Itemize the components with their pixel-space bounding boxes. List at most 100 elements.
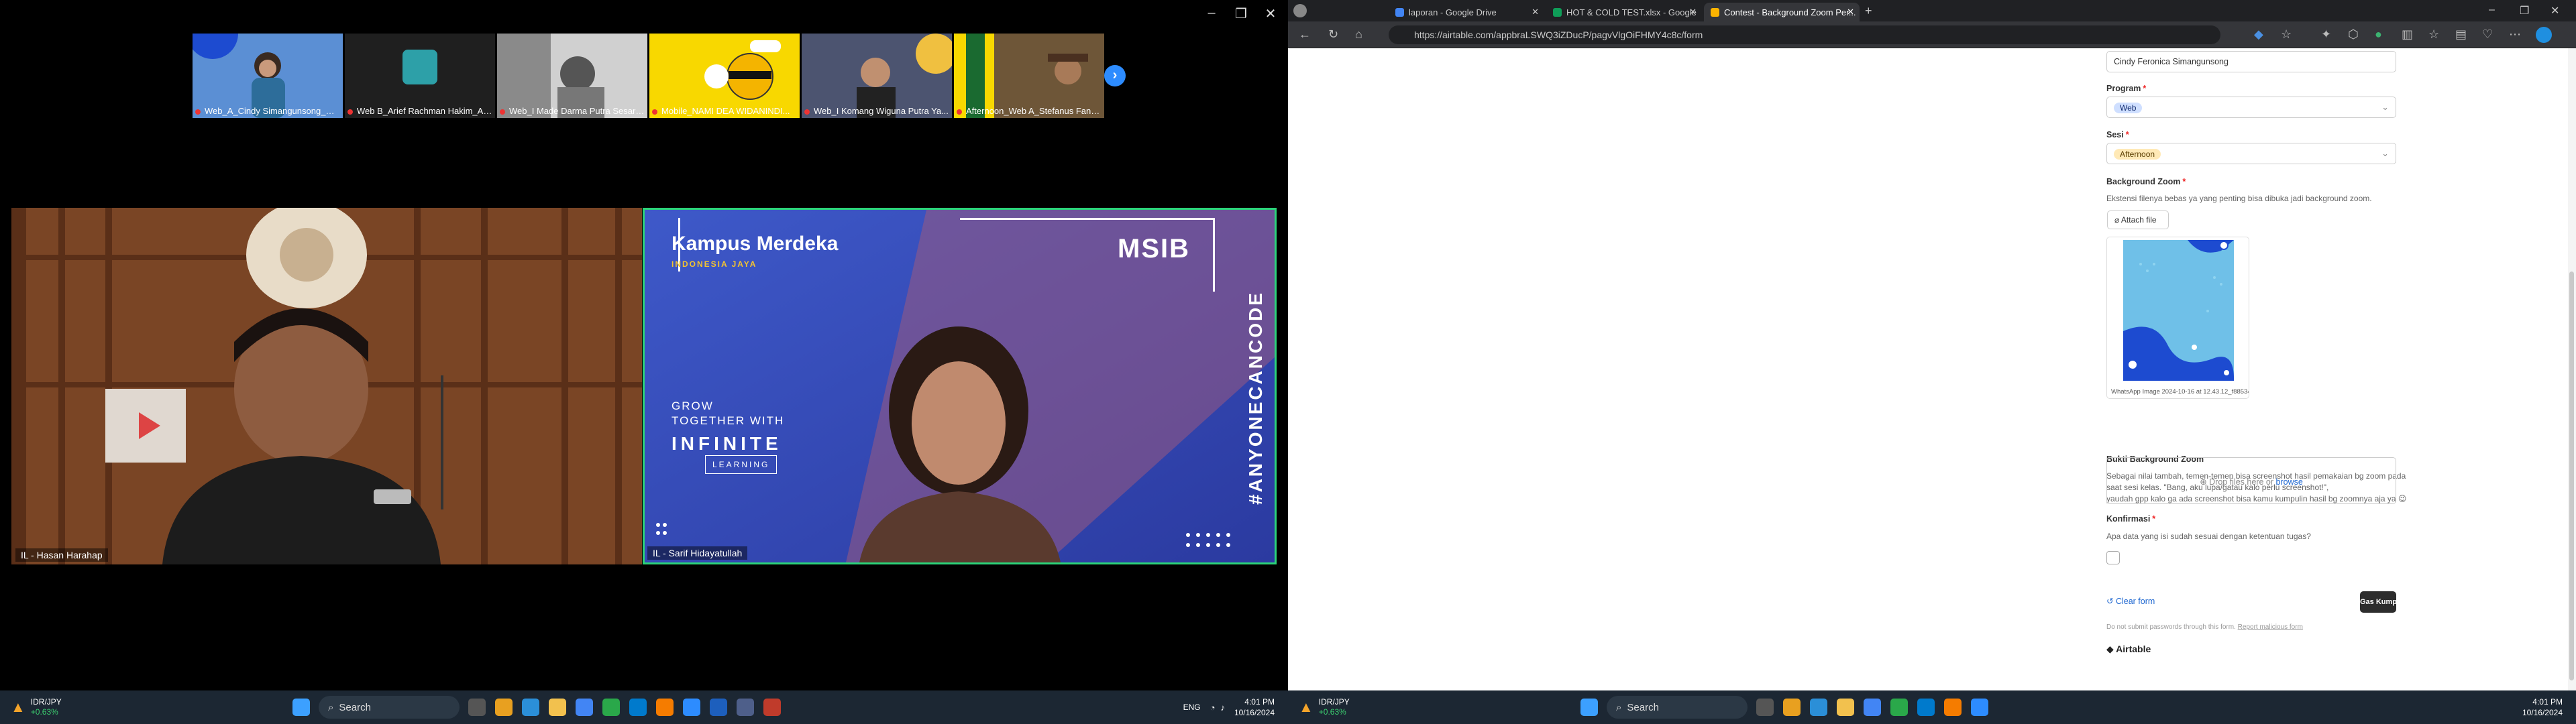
collections-icon[interactable]: ▤ [2455, 27, 2467, 42]
app-icon[interactable] [710, 699, 727, 716]
program-label: Program * [2106, 84, 2147, 93]
sesi-select[interactable]: Afternoon ⌄ [2106, 143, 2396, 164]
speaker-name: IL - Hasan Harahap [15, 548, 108, 562]
file-explorer-icon[interactable] [549, 699, 566, 716]
stock-icon: ▲ [1299, 699, 1313, 715]
participant-name: Web_I Komang Wiguna Putra Ya... [804, 106, 949, 116]
split-view-icon[interactable]: ▥ [2402, 27, 2413, 42]
clock[interactable]: 4:01 PM 10/16/2024 [1234, 697, 1275, 718]
speaker-video [11, 208, 642, 564]
extensions-icon[interactable]: ✦ [2321, 27, 2331, 42]
app-icon[interactable] [737, 699, 754, 716]
msib-logo: MSIB [1118, 234, 1190, 263]
app-icon[interactable] [1944, 699, 1962, 716]
attachment-preview[interactable]: WhatsApp Image 2024-10-16 at 12.43.12_f8… [2106, 237, 2249, 399]
participant-tile[interactable]: Web_A_Cindy Simangunsong_Aft... [193, 34, 343, 118]
vscode-icon[interactable] [1917, 699, 1935, 716]
taskbar-search[interactable]: ⌕ Search [319, 696, 460, 719]
zoom-app-icon[interactable] [1971, 699, 1988, 716]
file-dropzone[interactable]: ⊕ Drop files here or browse [2106, 457, 2396, 504]
extension-icon[interactable]: ⬡ [2348, 27, 2359, 42]
tab-google-drive[interactable]: laporan - Google Drive ✕ [1389, 3, 1544, 21]
performance-icon[interactable]: ♡ [2482, 27, 2493, 42]
taskbar-search[interactable]: ⌕ Search [1607, 696, 1748, 719]
url-input[interactable]: https://airtable.com/appbraLSWQ3iZDucP/p… [1389, 25, 2220, 44]
taskbar-right: ▲ IDR/JPY +0.63% ⌕ Search 4:01 PM 10/16/202… [1288, 690, 2576, 724]
close-tab-icon[interactable]: ✕ [1532, 7, 1539, 17]
name-field[interactable]: Cindy Feronica Simangunsong [2106, 51, 2396, 72]
edge-icon[interactable] [1810, 699, 1827, 716]
copilot-icon[interactable] [2536, 27, 2552, 43]
participant-name: Mobile_NAMI DEA WIDANINDI... [652, 106, 797, 116]
restore-icon[interactable]: ❐ [2520, 4, 2529, 17]
clear-form-button[interactable]: ↺ Clear form [2106, 596, 2187, 606]
copilot-icon[interactable] [495, 699, 513, 716]
whatsapp-icon[interactable] [1890, 699, 1908, 716]
tab-sheets[interactable]: HOT & COLD TEST.xlsx - Google ✕ [1546, 3, 1702, 21]
form-page: Cindy Feronica Simangunsong Program * Web… [1288, 48, 2563, 690]
reload-icon[interactable]: ↻ [1328, 27, 1338, 42]
minimize-icon[interactable]: – [2489, 4, 2495, 16]
app-icon[interactable] [763, 699, 781, 716]
zoom-app-icon[interactable] [683, 699, 700, 716]
whatsapp-icon[interactable] [602, 699, 620, 716]
profile-icon[interactable] [1293, 4, 1307, 17]
participant-tile[interactable]: Afternoon_Web A_Stefanus Fandi... [954, 34, 1104, 118]
back-icon[interactable]: ← [1299, 27, 1311, 42]
browse-link[interactable]: browse [2276, 477, 2303, 487]
scrollbar-thumb[interactable] [2569, 272, 2574, 680]
edge-icon[interactable] [522, 699, 539, 716]
close-tab-icon[interactable]: ✕ [1847, 7, 1854, 17]
file-explorer-icon[interactable] [1837, 699, 1854, 716]
more-menu-icon[interactable]: ⋯ [2509, 27, 2521, 42]
close-icon[interactable]: ✕ [1257, 5, 1284, 22]
participant-tile[interactable]: Web B_Arief Rachman Hakim_Aft... [345, 34, 495, 118]
close-tab-icon[interactable]: ✕ [1689, 7, 1697, 17]
minimize-icon[interactable]: – [1198, 5, 1225, 21]
konfirmasi-checkbox[interactable] [2106, 551, 2120, 564]
chevron-down-icon: ⌄ [2381, 102, 2389, 112]
video-tile-left[interactable]: IL - Hasan Harahap [11, 208, 642, 564]
start-icon[interactable] [292, 699, 310, 716]
copilot-icon[interactable] [1783, 699, 1801, 716]
volume-icon[interactable]: ♪ [1220, 703, 1225, 713]
undo-icon: ↺ [2106, 597, 2116, 606]
address-bar: ← ↻ ⌂ https://airtable.com/appbraLSWQ3iZ… [1288, 21, 2576, 48]
home-icon[interactable]: ⌂ [1355, 27, 1362, 42]
video-tile-right[interactable]: Kampus Merdeka INDONESIA JAYA MSIB GROW … [643, 208, 1277, 564]
start-icon[interactable] [1580, 699, 1598, 716]
task-view-icon[interactable] [468, 699, 486, 716]
bookmark-star-icon[interactable]: ☆ [2281, 27, 2292, 42]
program-select[interactable]: Web ⌄ [2106, 97, 2396, 118]
weather-widget[interactable]: ▲ IDR/JPY +0.63% [1299, 697, 1520, 717]
chrome-icon[interactable] [1864, 699, 1881, 716]
airtable-brand[interactable]: ◆ Airtable [2106, 644, 2396, 655]
upload-icon: ⊕ [2200, 477, 2210, 487]
attach-file-button[interactable]: ⌀ Attach file [2107, 210, 2169, 229]
program-chip: Web [2114, 103, 2143, 113]
language-indicator[interactable]: ENG [1183, 703, 1201, 712]
paperclip-icon: ⌀ [2114, 215, 2121, 225]
submit-button[interactable]: Gas Kumpulin [2360, 591, 2410, 613]
participant-name: Web_A_Cindy Simangunsong_Aft... [195, 106, 340, 116]
clock[interactable]: 4:01 PM 10/16/2024 [2522, 697, 2563, 718]
new-tab-icon[interactable]: + [1865, 4, 1872, 18]
participant-tile[interactable]: Web_I Made Darma Putra Sesari... [497, 34, 647, 118]
extension-icon[interactable]: ◆ [2254, 27, 2263, 42]
konfirmasi-description: Apa data yang isi sudah sesuai dengan ke… [2106, 532, 2311, 541]
tab-airtable-form[interactable]: Contest - Background Zoom Per... ✕ [1704, 3, 1860, 21]
participant-tile[interactable]: Web_I Komang Wiguna Putra Ya... [802, 34, 952, 118]
chrome-icon[interactable] [576, 699, 593, 716]
weather-widget[interactable]: ▲ IDR/JPY +0.63% [11, 697, 232, 717]
next-page-button[interactable]: › [1104, 65, 1126, 86]
restore-icon[interactable]: ❐ [1228, 5, 1254, 22]
task-view-icon[interactable] [1756, 699, 1774, 716]
favorites-icon[interactable]: ☆ [2428, 27, 2439, 42]
close-icon[interactable]: ✕ [2551, 4, 2559, 17]
vscode-icon[interactable] [629, 699, 647, 716]
app-icon[interactable] [656, 699, 674, 716]
wifi-icon[interactable]: ◔ [1210, 703, 1216, 713]
participant-tile[interactable]: Mobile_NAMI DEA WIDANINDI... [649, 34, 800, 118]
report-link[interactable]: Report malicious form [2238, 623, 2303, 631]
extension-icon[interactable]: ● [2375, 27, 2382, 42]
